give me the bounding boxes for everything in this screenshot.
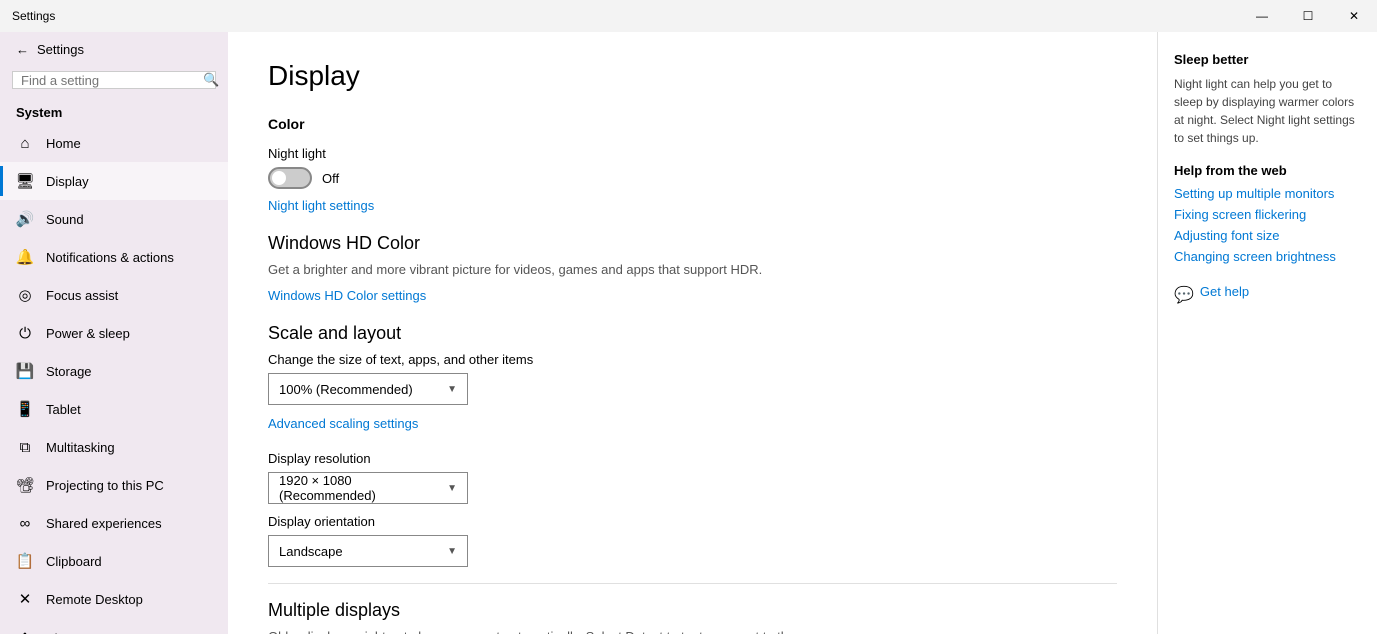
sidebar-item-label-multitasking: Multitasking	[46, 440, 115, 455]
sidebar: ← Settings 🔍 System ⌂ Home 🖥 Display 🔊 S…	[0, 32, 228, 634]
color-section-title: Color	[268, 116, 1117, 132]
sidebar-item-display[interactable]: 🖥 Display	[0, 162, 228, 200]
back-icon: ←	[16, 42, 29, 57]
sidebar-item-label-shared: Shared experiences	[46, 516, 162, 531]
sidebar-item-label-projecting: Projecting to this PC	[46, 478, 164, 493]
minimize-button[interactable]: —	[1239, 0, 1285, 32]
sidebar-item-tablet[interactable]: 📱 Tablet	[0, 390, 228, 428]
system-label: System	[0, 97, 228, 124]
help-links: Setting up multiple monitors Fixing scre…	[1174, 186, 1361, 264]
toggle-thumb	[272, 171, 286, 185]
sidebar-item-label-storage: Storage	[46, 364, 92, 379]
sidebar-item-sound[interactable]: 🔊 Sound	[0, 200, 228, 238]
page-title: Display	[268, 60, 1117, 92]
multiple-displays-desc: Older displays might not always connect …	[268, 629, 1117, 634]
night-light-toggle-row: Off	[268, 167, 1117, 189]
scale-dropdown-arrow-icon: ▼	[447, 384, 457, 395]
sidebar-item-label-display: Display	[46, 174, 89, 189]
get-help-link[interactable]: Get help	[1200, 284, 1249, 299]
sidebar-item-remote[interactable]: ✕ Remote Desktop	[0, 580, 228, 618]
help-link-flicker[interactable]: Fixing screen flickering	[1174, 207, 1361, 222]
hd-color-link[interactable]: Windows HD Color settings	[268, 288, 426, 303]
focus-icon: ◎	[16, 286, 34, 304]
sound-icon: 🔊	[16, 210, 34, 228]
hd-color-desc: Get a brighter and more vibrant picture …	[268, 262, 1117, 277]
resolution-dropdown-value: 1920 × 1080 (Recommended)	[279, 473, 447, 503]
clipboard-icon: 📋	[16, 552, 34, 570]
sidebar-item-notifications[interactable]: 🔔 Notifications & actions	[0, 238, 228, 276]
sidebar-item-label-remote: Remote Desktop	[46, 592, 143, 607]
resolution-label: Display resolution	[268, 451, 1117, 466]
titlebar: Settings — ☐ ✕	[0, 0, 1377, 32]
help-link-monitors[interactable]: Setting up multiple monitors	[1174, 186, 1361, 201]
main-content: Display Color Night light Off Night ligh…	[228, 32, 1157, 634]
projecting-icon: 📽	[16, 476, 34, 494]
sidebar-item-shared[interactable]: ∞ Shared experiences	[0, 504, 228, 542]
night-light-toggle-label: Off	[322, 171, 339, 186]
advanced-scaling-link[interactable]: Advanced scaling settings	[268, 416, 418, 431]
sleep-title: Sleep better	[1174, 52, 1361, 67]
sidebar-item-label-home: Home	[46, 136, 81, 151]
back-button[interactable]: ← Settings	[0, 32, 228, 67]
storage-icon: 💾	[16, 362, 34, 380]
search-input[interactable]	[21, 73, 197, 88]
titlebar-title: Settings	[12, 9, 55, 23]
sidebar-item-focus[interactable]: ◎ Focus assist	[0, 276, 228, 314]
sidebar-item-label-clipboard: Clipboard	[46, 554, 102, 569]
scale-dropdown[interactable]: 100% (Recommended) ▼	[268, 373, 468, 405]
back-label: Settings	[37, 42, 84, 57]
sidebar-item-projecting[interactable]: 📽 Projecting to this PC	[0, 466, 228, 504]
scale-section-title: Scale and layout	[268, 323, 1117, 344]
sidebar-item-label-power: Power & sleep	[46, 326, 130, 341]
help-link-brightness[interactable]: Changing screen brightness	[1174, 249, 1361, 264]
remote-icon: ✕	[16, 590, 34, 608]
sidebar-item-label-focus: Focus assist	[46, 288, 118, 303]
night-light-settings-link[interactable]: Night light settings	[268, 198, 374, 213]
about-icon: ℹ	[16, 630, 34, 634]
sleep-desc: Night light can help you get to sleep by…	[1174, 75, 1361, 147]
maximize-button[interactable]: ☐	[1285, 0, 1331, 32]
night-light-toggle[interactable]	[268, 167, 312, 189]
search-box[interactable]: 🔍	[12, 71, 216, 89]
sidebar-item-home[interactable]: ⌂ Home	[0, 124, 228, 162]
orientation-dropdown-arrow-icon: ▼	[447, 546, 457, 557]
resolution-dropdown[interactable]: 1920 × 1080 (Recommended) ▼	[268, 472, 468, 504]
titlebar-controls: — ☐ ✕	[1239, 0, 1377, 32]
sidebar-item-about[interactable]: ℹ About ←	[0, 618, 228, 634]
power-icon: ⏻	[16, 324, 34, 342]
get-help-row[interactable]: 💬 Get help	[1174, 284, 1361, 305]
app-container: ← Settings 🔍 System ⌂ Home 🖥 Display 🔊 S…	[0, 32, 1377, 634]
shared-icon: ∞	[16, 514, 34, 532]
tablet-icon: 📱	[16, 400, 34, 418]
help-link-font[interactable]: Adjusting font size	[1174, 228, 1361, 243]
hd-color-section-title: Windows HD Color	[268, 233, 1117, 254]
sidebar-item-power[interactable]: ⏻ Power & sleep	[0, 314, 228, 352]
multiple-displays-title: Multiple displays	[268, 600, 1117, 621]
sidebar-item-storage[interactable]: 💾 Storage	[0, 352, 228, 390]
night-light-label: Night light	[268, 146, 1117, 161]
orientation-dropdown-value: Landscape	[279, 544, 343, 559]
orientation-label: Display orientation	[268, 514, 1117, 529]
about-arrow-icon: ←	[96, 628, 114, 634]
sidebar-item-clipboard[interactable]: 📋 Clipboard	[0, 542, 228, 580]
sidebar-item-label-sound: Sound	[46, 212, 84, 227]
sidebar-item-label-notifications: Notifications & actions	[46, 250, 174, 265]
display-icon: 🖥	[16, 172, 34, 190]
sidebar-item-multitasking[interactable]: ⧉ Multitasking	[0, 428, 228, 466]
orientation-dropdown[interactable]: Landscape ▼	[268, 535, 468, 567]
resolution-dropdown-arrow-icon: ▼	[447, 483, 457, 494]
search-icon: 🔍	[203, 72, 219, 88]
scale-dropdown-value: 100% (Recommended)	[279, 382, 413, 397]
right-panel: Sleep better Night light can help you ge…	[1157, 32, 1377, 634]
home-icon: ⌂	[16, 134, 34, 152]
scale-desc: Change the size of text, apps, and other…	[268, 352, 1117, 367]
notifications-icon: 🔔	[16, 248, 34, 266]
help-title: Help from the web	[1174, 163, 1361, 178]
get-help-icon: 💬	[1174, 285, 1194, 305]
multitasking-icon: ⧉	[16, 438, 34, 456]
divider-1	[268, 583, 1117, 584]
close-button[interactable]: ✕	[1331, 0, 1377, 32]
sidebar-item-label-tablet: Tablet	[46, 402, 81, 417]
